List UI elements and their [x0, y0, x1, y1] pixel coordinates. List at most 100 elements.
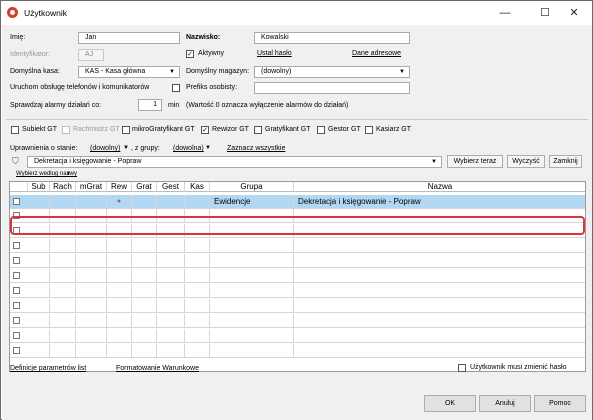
separator	[6, 119, 588, 120]
zamknij-button[interactable]: Zamknij	[549, 155, 582, 168]
role-checkbox[interactable]	[317, 126, 325, 134]
grid-cell	[28, 239, 50, 253]
column-header[interactable]: Rew	[107, 182, 132, 192]
grid-cell	[294, 344, 585, 358]
kasa-select[interactable]: KAS - Kasa główna	[78, 66, 180, 78]
ustal-haslo-link[interactable]: Ustal hasło	[257, 49, 292, 59]
row-checkbox[interactable]	[13, 257, 20, 264]
musi-zmienic-checkbox[interactable]	[458, 364, 466, 372]
grid-cell	[28, 299, 50, 313]
grid-cell	[132, 239, 157, 253]
table-row[interactable]: ● Ewidencje Dekretacja i księgowanie - P…	[10, 195, 585, 209]
grid-cell	[185, 239, 210, 253]
pomoc-button[interactable]: Pomoc	[534, 395, 586, 412]
column-header[interactable]: Rach	[50, 182, 76, 192]
row-checkbox[interactable]	[13, 302, 20, 309]
role-label: mikroGratyfikant GT	[132, 126, 195, 133]
role-label: Kasiarz GT	[376, 126, 412, 133]
role-checkbox[interactable]	[254, 126, 262, 134]
grid-cell	[157, 239, 185, 253]
role-checkbox	[62, 126, 70, 134]
grid-cell	[132, 314, 157, 328]
table-row[interactable]	[10, 284, 585, 298]
aktywny-checkbox[interactable]: ✓	[186, 50, 194, 58]
definicje-link[interactable]: Definicje parametrów list	[10, 364, 86, 374]
grid-cell	[132, 329, 157, 343]
magazyn-label: Domyślny magazyn:	[186, 68, 250, 75]
grid-cell	[107, 284, 132, 298]
row-checkbox[interactable]	[13, 272, 20, 279]
ok-button[interactable]: OK	[424, 395, 476, 412]
grid-cell	[28, 344, 50, 358]
komunikatory-checkbox[interactable]	[172, 84, 180, 92]
minimize-button[interactable]: —	[488, 3, 522, 23]
close-button[interactable]: ✕	[557, 3, 591, 23]
komunikatory-label: Uruchom obsługę telefonów i komunikatoró…	[10, 84, 150, 91]
magazyn-select[interactable]: (dowolny)	[254, 66, 410, 78]
grid-cell	[294, 254, 585, 268]
column-header[interactable]: Grupa	[210, 182, 294, 192]
role-checkbox[interactable]	[365, 126, 373, 134]
grid-cell	[157, 269, 185, 283]
grid-cell	[132, 344, 157, 358]
grid-cell	[294, 239, 585, 253]
grid-cell	[210, 239, 294, 253]
table-row[interactable]	[10, 329, 585, 343]
dane-adresowe-link[interactable]: Dane adresowe	[352, 49, 401, 59]
table-row[interactable]	[10, 344, 585, 358]
grid-cell	[28, 314, 50, 328]
column-header[interactable]: Nazwa	[294, 182, 585, 192]
role-checkbox[interactable]	[11, 126, 19, 134]
row-checkbox[interactable]	[13, 287, 20, 294]
formatowanie-link[interactable]: Formatowanie Warunkowe	[116, 364, 199, 374]
row-nazwa-cell: Dekretacja i księgowanie - Popraw	[294, 195, 585, 209]
row-checkbox[interactable]	[13, 347, 20, 354]
role-checkbox[interactable]	[122, 126, 130, 134]
table-row[interactable]	[10, 254, 585, 268]
grid-cell	[132, 254, 157, 268]
grid-cell	[185, 284, 210, 298]
table-row[interactable]	[10, 314, 585, 328]
grid-cell	[50, 314, 76, 328]
grid-cell	[50, 329, 76, 343]
title-bar: Użytkownik — ☐ ✕	[1, 1, 592, 25]
grid-cell	[76, 254, 107, 268]
column-header[interactable]: Kas	[185, 182, 210, 192]
grid-cell	[28, 284, 50, 298]
wybierz-teraz-button[interactable]: Wybierz teraz	[447, 155, 503, 168]
table-row[interactable]	[10, 239, 585, 253]
table-row[interactable]	[10, 299, 585, 313]
column-header[interactable]: mGrat	[76, 182, 107, 192]
column-header[interactable]: Gest	[157, 182, 185, 192]
column-header[interactable]: Grat	[132, 182, 157, 192]
row-rew-cell[interactable]: ●	[107, 195, 132, 209]
wyczysc-button[interactable]: Wyczyść	[507, 155, 545, 168]
table-row[interactable]	[10, 269, 585, 283]
grid-cell	[185, 299, 210, 313]
row-checkbox[interactable]	[13, 242, 20, 249]
grid-cell	[210, 299, 294, 313]
grid-cell	[50, 239, 76, 253]
row-grupa-cell: Ewidencje	[210, 195, 294, 209]
grupa-filter-link[interactable]: (dowolna)	[173, 144, 204, 154]
prefiks-field[interactable]	[254, 82, 410, 94]
zaznacz-wszystkie-link[interactable]: Zaznacz wszystkie	[227, 144, 285, 154]
imie-field[interactable]: Jan	[78, 32, 180, 44]
role-label: Subiekt GT	[22, 126, 58, 133]
row-checkbox[interactable]	[13, 317, 20, 324]
alarmy-note: (Wartość 0 oznacza wyłączenie alarmów do…	[186, 102, 349, 109]
column-header[interactable]: Sub	[28, 182, 50, 192]
alarmy-unit: min	[168, 102, 180, 109]
nazwisko-field[interactable]: Kowalski	[254, 32, 410, 44]
role-checkbox[interactable]: ✓	[201, 126, 209, 134]
grid-cell	[157, 284, 185, 298]
grid-cell	[185, 314, 210, 328]
anuluj-button[interactable]: Anuluj	[479, 395, 531, 412]
row-checkbox[interactable]	[13, 198, 20, 205]
row-checkbox[interactable]	[13, 332, 20, 339]
grid-cell	[107, 254, 132, 268]
search-select[interactable]: Dekretacja i księgowanie - Popraw	[27, 156, 442, 168]
grid-cell	[185, 344, 210, 358]
stan-filter-link[interactable]: (dowolny)	[90, 144, 120, 154]
alarmy-field[interactable]: 1	[138, 99, 162, 111]
